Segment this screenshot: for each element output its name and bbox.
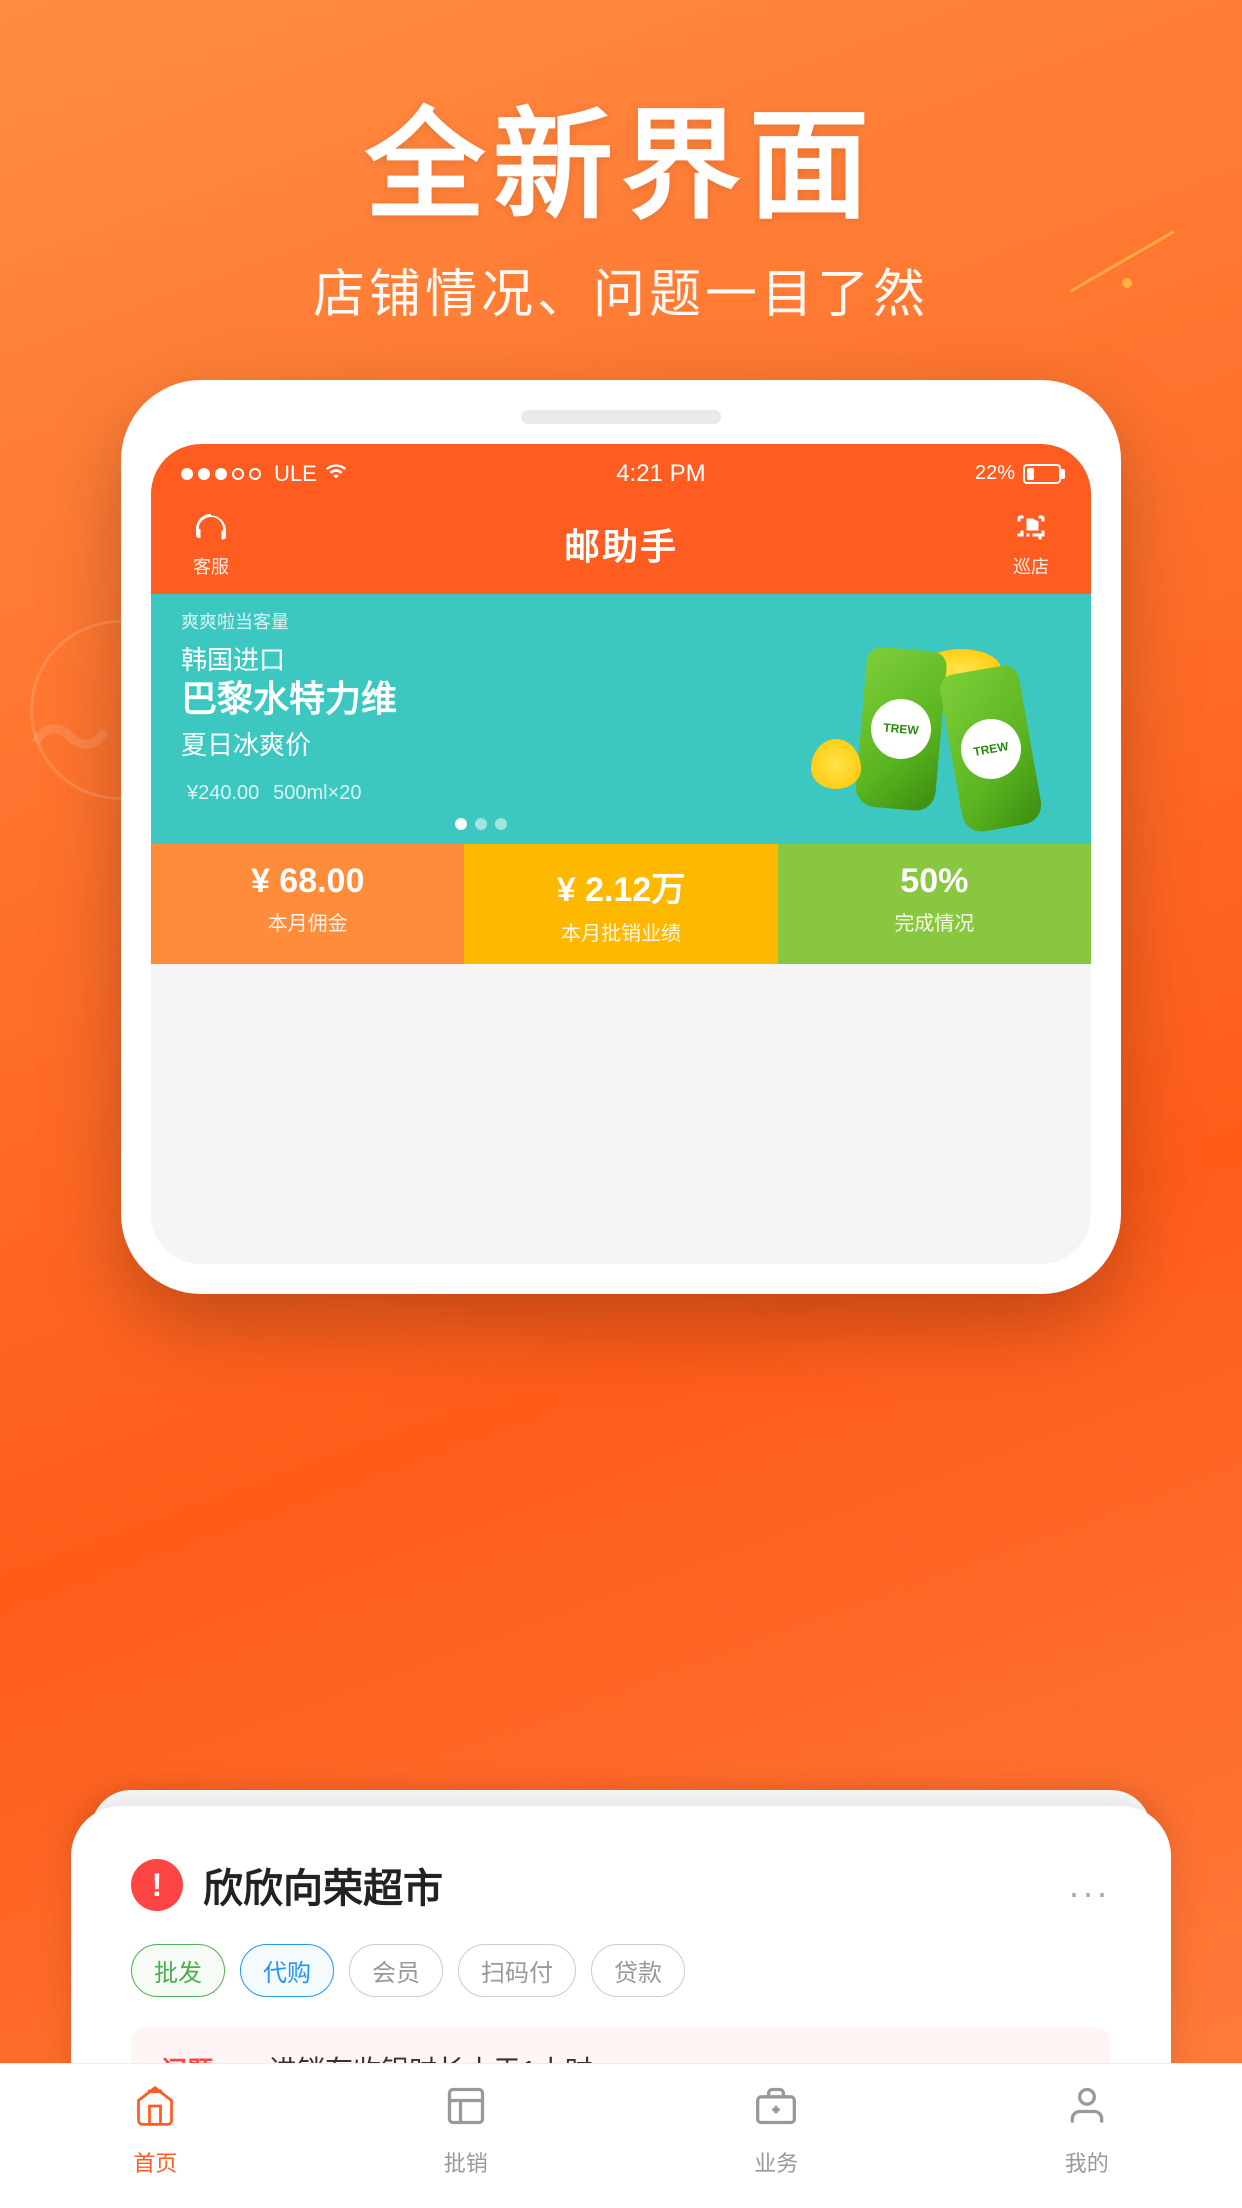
nav-business[interactable]: 业务	[754, 2084, 798, 2178]
headset-icon	[191, 509, 231, 549]
nav-batch-label: 批销	[444, 2146, 488, 2178]
bg-decoration-wave: 〜	[30, 700, 110, 780]
phone-screen: ULE 4:21 PM 22%	[151, 444, 1091, 1264]
stat-sales: ¥ 2.12万 本月批销业绩	[464, 844, 777, 964]
tag-scanpay[interactable]: 扫码付	[458, 1944, 576, 1997]
nav-home-label: 首页	[133, 2146, 177, 2178]
bottle-back: TREW	[854, 646, 948, 812]
scan-icon	[1011, 509, 1051, 549]
tag-loan[interactable]: 贷款	[591, 1944, 685, 1997]
nav-patrol-label: 巡店	[1013, 553, 1049, 579]
banner-right: TREW TREW	[781, 609, 1061, 829]
bottle-label-front: TREW	[956, 714, 1026, 784]
banner-section: 爽爽啦当客量 韩国进口 巴黎水特力维 夏日冰爽价 ¥240.00 500ml×2…	[151, 594, 1091, 844]
alert-icon: !	[131, 1859, 183, 1911]
banner-title2: 巴黎水特力维	[181, 677, 781, 720]
tag-member[interactable]: 会员	[349, 1944, 443, 1997]
sub-title-part1: 店铺情况	[313, 266, 537, 324]
signal-dots	[181, 468, 261, 480]
bottle-front: TREW	[938, 663, 1045, 834]
bottle-label-back: TREW	[868, 696, 933, 761]
tag-agency[interactable]: 代购	[240, 1944, 334, 1997]
nav-home[interactable]: 首页	[133, 2084, 177, 2178]
stat-commission: ¥ 68.00 本月佣金	[151, 844, 464, 964]
lemon-bottom	[811, 739, 861, 789]
stat-completion-value: 50%	[900, 862, 968, 901]
bottom-nav: 首页 批销 业务 我的	[0, 2063, 1242, 2208]
nav-customer-service[interactable]: 客服	[191, 509, 231, 579]
sub-title: 店铺情况、问题一目了然	[0, 252, 1242, 327]
business-icon	[754, 2084, 798, 2138]
more-button[interactable]: ...	[1069, 1864, 1111, 1906]
nav-profile[interactable]: 我的	[1065, 2084, 1109, 2178]
store-left: ! 欣欣向荣超市	[131, 1856, 443, 1914]
stat-sales-label: 本月批销业绩	[561, 917, 681, 946]
nav-business-label: 业务	[754, 2146, 798, 2178]
status-bar: ULE 4:21 PM 22%	[151, 444, 1091, 499]
status-time: 4:21 PM	[616, 460, 705, 488]
stat-completion: 50% 完成情况	[778, 844, 1091, 964]
phone-frame: ULE 4:21 PM 22%	[121, 380, 1121, 1294]
batch-icon	[444, 2084, 488, 2138]
banner-title1: 韩国进口	[181, 640, 781, 677]
store-header: ! 欣欣向荣超市 ...	[131, 1856, 1111, 1914]
stat-completion-label: 完成情况	[894, 907, 974, 936]
banner-dots	[181, 818, 781, 830]
tag-wholesale[interactable]: 批发	[131, 1944, 225, 1997]
app-title: 邮助手	[564, 518, 678, 570]
store-name: 欣欣向荣超市	[203, 1856, 443, 1914]
stat-sales-value: ¥ 2.12万	[557, 862, 686, 911]
store-tags: 批发 代购 会员 扫码付 贷款	[131, 1944, 1111, 1997]
phone-mockup: ULE 4:21 PM 22%	[121, 380, 1121, 1294]
banner-price: ¥240.00 500ml×20	[181, 774, 781, 806]
app-navbar: 客服 邮助手 巡店	[151, 499, 1091, 594]
battery-percent: 22%	[975, 462, 1015, 485]
phone-notch	[521, 410, 721, 424]
nav-patrol[interactable]: 巡店	[1011, 509, 1051, 579]
home-icon	[133, 2084, 177, 2138]
header-section: 全新界面 店铺情况、问题一目了然	[0, 0, 1242, 327]
profile-icon	[1065, 2084, 1109, 2138]
product-illustration: TREW TREW	[801, 629, 1061, 829]
main-title: 全新界面	[0, 100, 1242, 232]
banner-title3: 夏日冰爽价	[181, 725, 781, 762]
nav-profile-label: 我的	[1065, 2146, 1109, 2178]
stats-row: ¥ 68.00 本月佣金 ¥ 2.12万 本月批销业绩 50% 完成情况	[151, 844, 1091, 964]
stat-commission-label: 本月佣金	[268, 907, 348, 936]
sub-title-part2: 问题一目了然	[593, 266, 929, 324]
carrier-label: ULE	[274, 461, 317, 487]
battery-icon	[1023, 464, 1061, 484]
stat-commission-value: ¥ 68.00	[251, 862, 364, 901]
nav-batch[interactable]: 批销	[444, 2084, 488, 2178]
status-right: 22%	[975, 462, 1061, 485]
status-left: ULE	[181, 460, 347, 488]
nav-service-label: 客服	[193, 553, 229, 579]
banner-tag: 爽爽啦当客量	[181, 608, 781, 634]
sub-title-sep: 、	[537, 266, 593, 324]
banner-left: 爽爽啦当客量 韩国进口 巴黎水特力维 夏日冰爽价 ¥240.00 500ml×2…	[181, 608, 781, 829]
wifi-icon	[325, 460, 347, 488]
